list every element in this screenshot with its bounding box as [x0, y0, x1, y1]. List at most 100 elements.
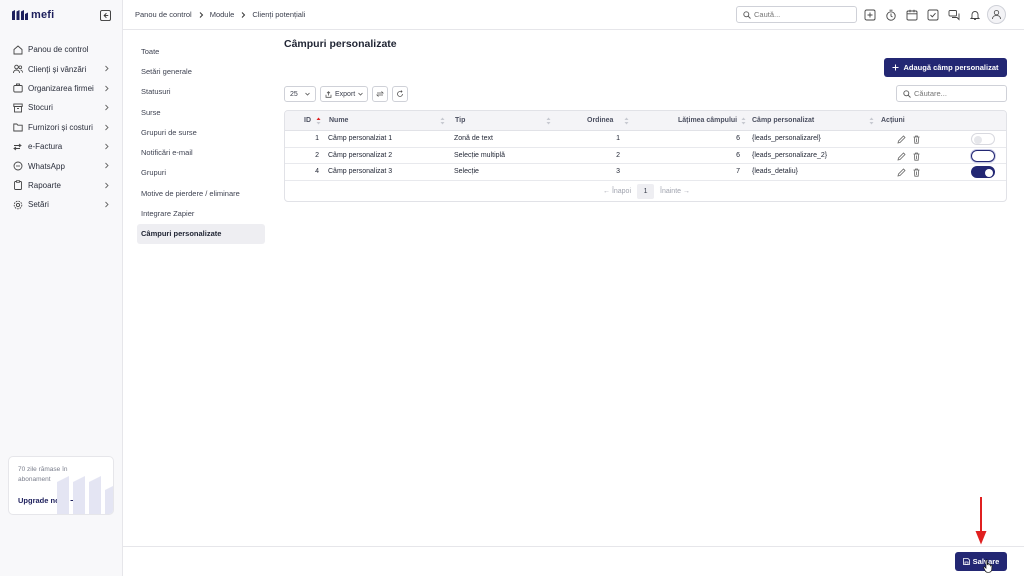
sidebar-item-rapoarte[interactable]: Rapoarte: [8, 176, 116, 195]
chevron-right-icon: [105, 85, 109, 92]
org-icon: [13, 84, 23, 93]
export-button[interactable]: Export: [320, 86, 369, 102]
settings-item-grupuri[interactable]: Grupuri: [137, 163, 265, 183]
refresh-icon: [397, 90, 404, 97]
field-active-toggle[interactable]: [971, 133, 995, 145]
field-active-toggle[interactable]: [971, 149, 995, 162]
cell-order: 1: [616, 135, 620, 142]
chevron-right-icon: [199, 11, 203, 18]
avatar[interactable]: [987, 5, 1006, 24]
table-row: 1 Câmp personalziat 1 Zonă de text 1 6 {…: [285, 131, 1006, 148]
timer-icon[interactable]: [885, 9, 897, 21]
trash-icon[interactable]: [912, 152, 921, 161]
reorder-button[interactable]: [372, 86, 389, 102]
trash-icon[interactable]: [912, 168, 921, 177]
clipboard-icon: [14, 180, 22, 191]
sidebar-item-furnizori[interactable]: Furnizori și costuri: [8, 118, 116, 137]
chevron-down-icon: [305, 92, 310, 96]
table-header: ID Nume Tip Ordinea Lățimea câmpului Câm…: [285, 111, 1006, 131]
sidebar-item-efactura[interactable]: e-Factura: [8, 137, 116, 156]
cell-order: 2: [616, 151, 620, 159]
table-search: [896, 85, 1007, 102]
column-header-camp[interactable]: Câmp personalizat: [752, 117, 814, 124]
global-search-input[interactable]: [754, 10, 849, 19]
settings-menu: Toate Setări generale Statusuri Surse Gr…: [137, 41, 265, 244]
collapse-sidebar-icon[interactable]: [100, 10, 111, 21]
user-icon: [992, 9, 1001, 20]
add-custom-field-button[interactable]: Adaugă câmp personalizat: [884, 58, 1007, 77]
sidebar-item-panou[interactable]: Panou de control: [8, 40, 116, 59]
refresh-button[interactable]: [392, 86, 409, 102]
cell-id: 1: [315, 135, 319, 142]
toggle-knob: [974, 152, 982, 161]
breadcrumb: Panou de control Module Clienți potenția…: [135, 10, 305, 19]
table-row: 4 Câmp personalizat 3 Selecție 3 7 {lead…: [285, 164, 1006, 181]
column-header-ordinea[interactable]: Ordinea: [587, 117, 613, 124]
box-icon: [13, 103, 23, 113]
sidebar-item-clienti[interactable]: Clienți și vânzări: [8, 59, 116, 78]
cell-width: 7: [736, 168, 740, 175]
trash-icon[interactable]: [912, 135, 921, 144]
column-header-id[interactable]: ID: [304, 117, 311, 124]
sort-asc-icon[interactable]: [316, 117, 321, 125]
settings-item-notificari[interactable]: Notificări e-mail: [137, 142, 265, 162]
settings-item-motive[interactable]: Motive de pierdere / eliminare: [137, 183, 265, 203]
edit-icon[interactable]: [897, 135, 906, 144]
breadcrumb-item[interactable]: Panou de control: [135, 10, 192, 19]
settings-item-surse[interactable]: Surse: [137, 102, 265, 122]
pagination-prev[interactable]: ← Înapoi: [603, 188, 631, 195]
settings-item-statusuri[interactable]: Statusuri: [137, 82, 265, 102]
decorative-logo-icon: [57, 476, 113, 514]
sort-icon[interactable]: [546, 117, 551, 125]
settings-item-toate[interactable]: Toate: [137, 41, 265, 61]
cell-name: Câmp personalizat 2: [328, 151, 393, 159]
settings-item-setari-generale[interactable]: Setări generale: [137, 61, 265, 81]
add-square-icon[interactable]: [864, 9, 876, 21]
sort-icon[interactable]: [440, 117, 445, 125]
cell-id: 2: [315, 151, 319, 159]
column-header-tip[interactable]: Tip: [455, 117, 465, 124]
logo[interactable]: mefi: [12, 9, 54, 21]
page-size-select[interactable]: 25: [284, 86, 316, 102]
save-icon: [962, 558, 970, 565]
settings-item-campuri[interactable]: Câmpuri personalizate: [137, 223, 265, 244]
cell-field: {leads_personalizare_2}: [752, 151, 828, 159]
chat-icon: [13, 161, 23, 171]
cell-field: {leads_personalizarel}: [752, 135, 821, 142]
sort-icon[interactable]: [741, 117, 746, 125]
sort-icon[interactable]: [624, 117, 629, 125]
column-header-nume[interactable]: Nume: [329, 117, 348, 124]
efactura-icon: [13, 143, 22, 151]
messages-icon[interactable]: [948, 9, 960, 21]
table-search-input[interactable]: [914, 89, 1002, 98]
task-check-icon[interactable]: [927, 9, 939, 21]
sidebar-item-whatsapp[interactable]: WhatsApp: [8, 156, 116, 175]
pagination: ← Înapoi 1 Înainte →: [285, 181, 1006, 201]
pagination-next[interactable]: Înainte →: [660, 188, 690, 195]
settings-item-zapier[interactable]: Integrare Zapier: [137, 203, 265, 223]
cell-type: Selecție: [454, 168, 479, 175]
breadcrumb-item[interactable]: Module: [210, 10, 235, 19]
chevron-right-icon: [105, 104, 109, 111]
sidebar-item-setari[interactable]: Setări: [8, 195, 116, 214]
bell-icon[interactable]: [969, 9, 981, 21]
sort-icon[interactable]: [869, 117, 874, 125]
settings-item-grupuri-surse[interactable]: Grupuri de surse: [137, 122, 265, 142]
column-header-latime[interactable]: Lățimea câmpului: [678, 117, 737, 124]
sidebar-item-stocuri[interactable]: Stocuri: [8, 98, 116, 117]
users-icon: [13, 64, 23, 74]
sidebar-item-label: Organizarea firmei: [28, 83, 94, 93]
custom-fields-table: ID Nume Tip Ordinea Lățimea câmpului Câm…: [284, 110, 1007, 202]
edit-icon[interactable]: [897, 168, 906, 177]
chevron-right-icon: [105, 143, 109, 150]
pagination-page-current[interactable]: 1: [637, 183, 655, 199]
edit-icon[interactable]: [897, 151, 906, 161]
highlight-arrow-icon: [975, 497, 987, 545]
cell-name: Câmp personalizat 3: [328, 168, 393, 175]
save-button[interactable]: Salvare: [955, 552, 1007, 571]
sidebar-item-organizare[interactable]: Organizarea firmei: [8, 79, 116, 98]
calendar-icon[interactable]: [906, 9, 918, 21]
chevron-right-icon: [105, 182, 109, 189]
field-active-toggle[interactable]: [971, 166, 995, 178]
chevron-right-icon: [105, 163, 109, 169]
